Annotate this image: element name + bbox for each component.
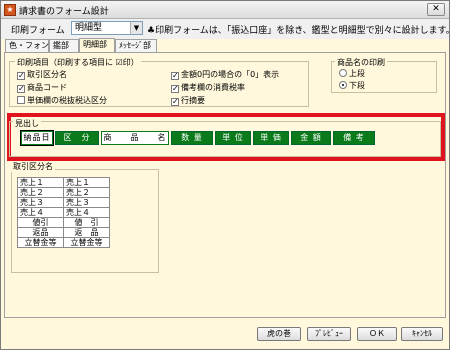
table-row: 売上３ 売上３ xyxy=(17,197,110,208)
checkbox-icon[interactable]: ✓ xyxy=(171,98,179,106)
form-design-window: ★ 請求書のフォーム設計 ✕ 印刷フォーム 明細型 ▼ ♣印刷フォームは、「振込… xyxy=(0,0,450,350)
radio-icon[interactable] xyxy=(339,69,347,77)
heading-cell-unit[interactable]: 単 位 xyxy=(215,131,251,145)
kubun-custom-cell[interactable]: 売上２ xyxy=(63,187,110,198)
checkbox-item-kubun[interactable]: ✓ 取引区分名 xyxy=(17,70,67,80)
heading-cell-memo[interactable]: 備 考 xyxy=(333,131,375,145)
app-icon: ★ xyxy=(4,4,16,16)
cancel-button[interactable]: ｷｬﾝｾﾙ xyxy=(401,327,443,341)
radio-upper[interactable]: 上段 xyxy=(339,69,365,79)
checkbox-item-line-memo[interactable]: ✓ 行摘要 xyxy=(171,96,205,106)
checkbox-item-zero[interactable]: ✓ 金額0円の場合の「0」表示 xyxy=(171,70,279,80)
product-print-title: 商品名の印刷 xyxy=(335,57,387,68)
kubun-default-cell: 値引 xyxy=(17,217,64,228)
kubun-default-cell: 売上２ xyxy=(17,187,64,198)
kubun-default-cell: 売上３ xyxy=(17,197,64,208)
table-row: 値引 値 引 xyxy=(17,217,110,228)
tab-message[interactable]: ﾒｯｾｰｼﾞ部 xyxy=(115,39,157,52)
heading-cell-price[interactable]: 単 価 xyxy=(253,131,289,145)
kubun-default-cell: 売上４ xyxy=(17,207,64,218)
kubun-custom-cell[interactable]: 返 品 xyxy=(63,227,110,238)
kubun-table: 売上１ 売上１ 売上２ 売上２ 売上３ 売上３ 売上４ 売上４ 値引 値 引 返… xyxy=(17,177,110,248)
tab-kagami[interactable]: 鑑部 xyxy=(49,39,79,52)
ok-button[interactable]: ＯＫ xyxy=(357,327,397,341)
heading-cell-amount[interactable]: 金 額 xyxy=(291,131,331,145)
kubun-default-cell: 返品 xyxy=(17,227,64,238)
tab-meisai[interactable]: 明細部 xyxy=(79,38,115,52)
kubun-custom-cell[interactable]: 売上３ xyxy=(63,197,110,208)
checkbox-item-tax[interactable]: 単価欄の税抜税込区分 xyxy=(17,96,107,106)
kubun-default-cell: 立替金等 xyxy=(17,237,64,248)
tab-color-font[interactable]: 色・フォント xyxy=(5,39,57,52)
table-row: 売上１ 売上１ xyxy=(17,177,110,188)
checkbox-item-code[interactable]: ✓ 商品コード xyxy=(17,83,67,93)
print-form-value: 明細型 xyxy=(75,23,103,33)
window-title: 請求書のフォーム設計 xyxy=(19,7,109,17)
kubun-custom-cell[interactable]: 売上１ xyxy=(63,177,110,188)
print-form-label: 印刷フォーム xyxy=(11,26,65,36)
heading-cell-product[interactable]: 商 品 名 xyxy=(101,131,169,145)
radio-lower[interactable]: 下段 xyxy=(339,81,365,91)
checkbox-item-taxrate[interactable]: ✓ 備考欄の消費税率 xyxy=(171,83,245,93)
kubun-custom-cell[interactable]: 立替金等 xyxy=(63,237,110,248)
checkbox-icon[interactable]: ✓ xyxy=(17,72,25,80)
kubun-title: 取引区分名 xyxy=(11,161,55,172)
print-items-title: 印刷項目（印刷する項目に ☑印） xyxy=(15,57,141,68)
heading-cell-qty[interactable]: 数 量 xyxy=(171,131,213,145)
close-button[interactable]: ✕ xyxy=(427,3,445,16)
heading-title: 見出し xyxy=(13,118,41,129)
form-note: ♣印刷フォームは、「振込口座」を除き、鑑型と明細型で別々に設計します。 xyxy=(147,26,450,36)
checkbox-icon[interactable]: ✓ xyxy=(171,85,179,93)
chevron-down-icon[interactable]: ▼ xyxy=(130,22,142,34)
table-row: 返品 返 品 xyxy=(17,227,110,238)
checkbox-icon[interactable]: ✓ xyxy=(17,85,25,93)
checkbox-icon[interactable]: ✓ xyxy=(171,72,179,80)
heading-cell-kubun[interactable]: 区 分 xyxy=(55,131,99,145)
table-row: 売上２ 売上２ xyxy=(17,187,110,198)
title-bar: ★ 請求書のフォーム設計 ✕ xyxy=(1,1,449,19)
kubun-default-cell: 売上１ xyxy=(17,177,64,188)
table-row: 立替金等 立替金等 xyxy=(17,237,110,248)
radio-icon[interactable] xyxy=(339,81,347,89)
print-form-select[interactable]: 明細型 ▼ xyxy=(71,21,143,35)
kubun-custom-cell[interactable]: 売上４ xyxy=(63,207,110,218)
checkbox-icon[interactable] xyxy=(17,96,25,104)
guide-button[interactable]: 虎の巻 xyxy=(257,327,301,341)
heading-cell-date[interactable]: 納品日 xyxy=(20,130,54,146)
kubun-custom-cell[interactable]: 値 引 xyxy=(63,217,110,228)
preview-button[interactable]: ﾌﾟﾚﾋﾞｭｰ xyxy=(307,327,351,341)
table-row: 売上４ 売上４ xyxy=(17,207,110,218)
